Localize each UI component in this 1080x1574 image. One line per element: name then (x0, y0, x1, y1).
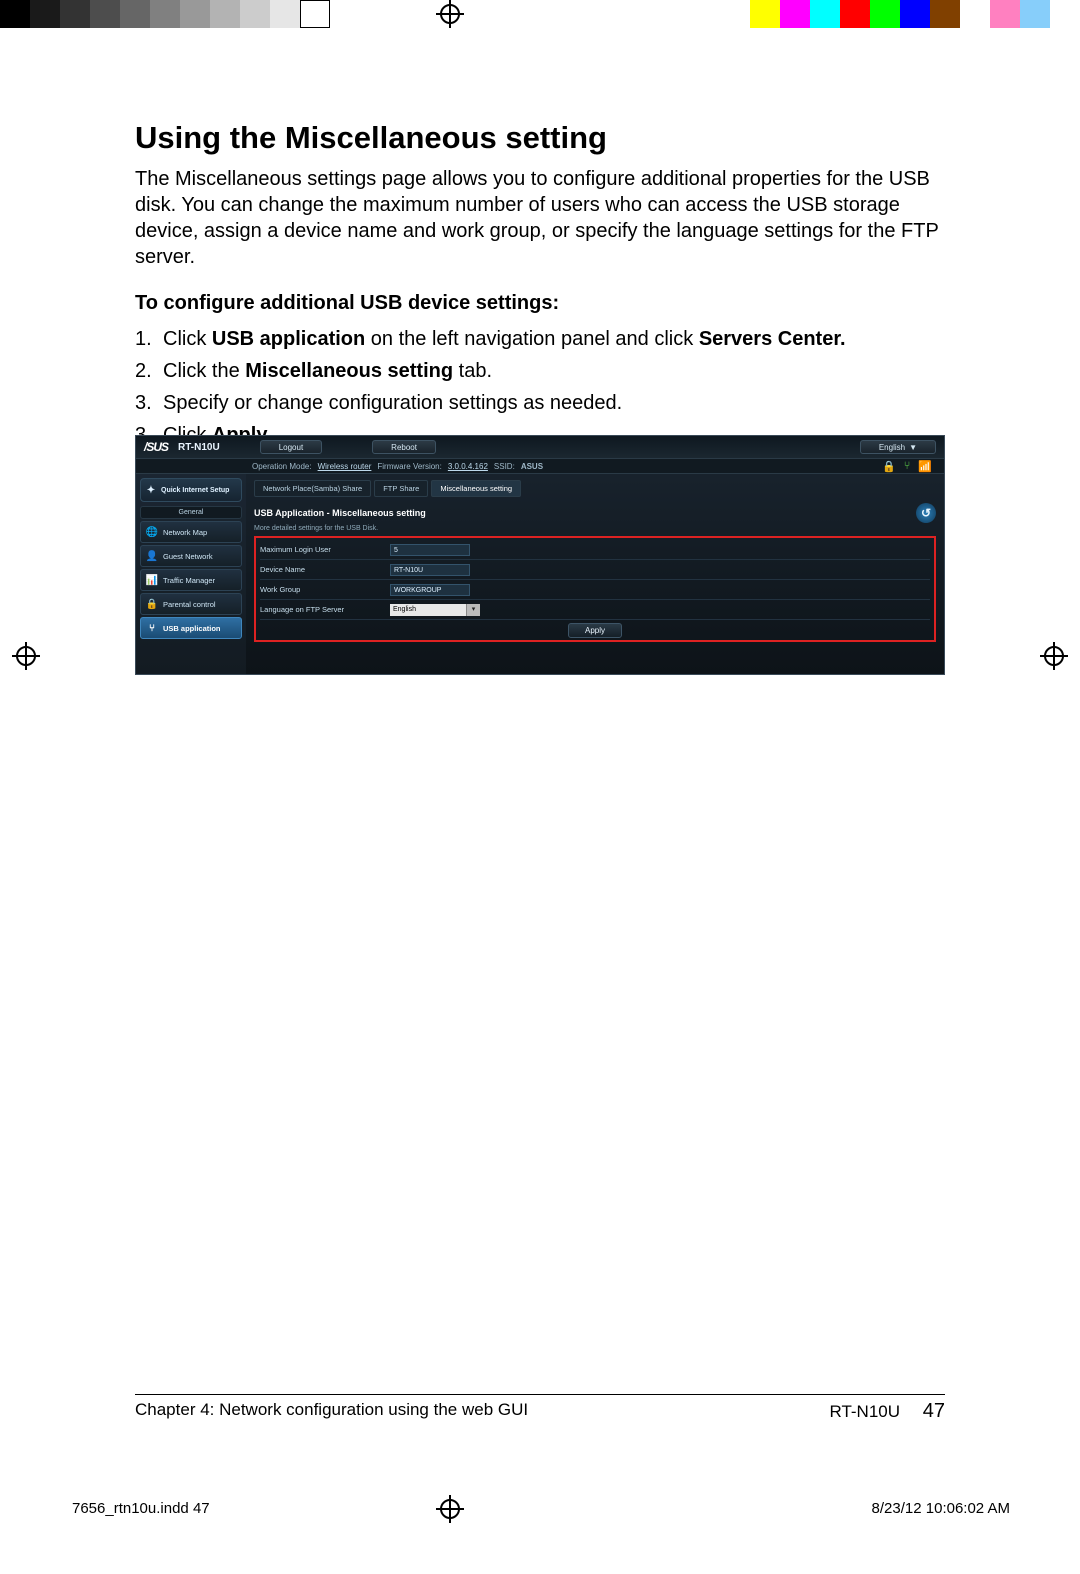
swatch (810, 0, 840, 28)
swatch (1020, 0, 1050, 28)
steps-list: 1.Click USB application on the left navi… (135, 325, 945, 449)
swatch (720, 0, 750, 28)
swatch (930, 0, 960, 28)
slug-filename: 7656_rtn10u.indd 47 (72, 1500, 210, 1517)
sidebar-item-usb-application[interactable]: ⑂USB application (140, 617, 242, 639)
lock-icon: 🔒 (146, 598, 158, 610)
wand-icon: ✦ (145, 484, 157, 496)
registration-mark-icon (12, 642, 40, 670)
tab-ftp-share[interactable]: FTP Share (374, 480, 428, 497)
slug-timestamp: 8/23/12 10:06:02 AM (872, 1500, 1010, 1517)
device-name-input[interactable]: RT-N10U (390, 564, 470, 576)
workgroup-label: Work Group (260, 585, 390, 594)
ssid-value: ASUS (521, 462, 543, 471)
intro-paragraph: The Miscellaneous settings page allows y… (135, 166, 945, 270)
panel-subtitle: More detailed settings for the USB Disk. (254, 525, 936, 532)
reboot-button[interactable]: Reboot (372, 440, 436, 454)
registration-mark-icon (1040, 642, 1068, 670)
lock-icon[interactable]: 🔒 (882, 460, 896, 473)
tabs: Network Place(Samba) Share FTP Share Mis… (254, 480, 936, 497)
swatch (90, 0, 120, 28)
swatch (900, 0, 930, 28)
swatch (990, 0, 1020, 28)
apply-button[interactable]: Apply (568, 623, 622, 638)
row-workgroup: Work Group WORKGROUP (260, 580, 930, 600)
swatch (840, 0, 870, 28)
language-selector[interactable]: English▼ (860, 440, 936, 454)
tab-misc-setting[interactable]: Miscellaneous setting (431, 480, 521, 497)
page-number: 47 (923, 1400, 945, 1422)
opmode-label: Operation Mode: (252, 462, 312, 471)
usb-icon[interactable]: ⑂ (904, 460, 911, 473)
workgroup-input[interactable]: WORKGROUP (390, 584, 470, 596)
asus-logo: /SUS (144, 440, 168, 454)
globe-icon: 🌐 (146, 526, 158, 538)
chevron-down-icon: ▼ (909, 443, 917, 452)
print-slug: 7656_rtn10u.indd 47 8/23/12 10:06:02 AM (72, 1500, 1010, 1517)
ftp-lang-select[interactable]: English ▾ (390, 604, 480, 616)
model-label: RT-N10U (178, 442, 220, 453)
footer-model: RT-N10U (829, 1402, 900, 1421)
tab-samba-share[interactable]: Network Place(Samba) Share (254, 480, 371, 497)
step-3: 3.Specify or change configuration settin… (163, 389, 945, 417)
swatch (300, 0, 330, 28)
printer-colorbar-top (0, 0, 1080, 28)
router-main: Network Place(Samba) Share FTP Share Mis… (246, 474, 944, 674)
max-login-label: Maximum Login User (260, 545, 390, 554)
sidebar-item-parental-control[interactable]: 🔒Parental control (140, 593, 242, 615)
max-login-input[interactable]: 5 (390, 544, 470, 556)
page-footer: Chapter 4: Network configuration using t… (135, 1400, 945, 1423)
swatch (960, 0, 990, 28)
swatch (150, 0, 180, 28)
swatch (270, 0, 300, 28)
swatch (0, 0, 30, 28)
swatch (120, 0, 150, 28)
usb-icon: ⑂ (146, 622, 158, 634)
fw-label: Firmware Version: (377, 462, 441, 471)
sidebar-item-network-map[interactable]: 🌐Network Map (140, 521, 242, 543)
sidebar-item-traffic-manager[interactable]: 📊Traffic Manager (140, 569, 242, 591)
page-heading: Using the Miscellaneous setting (135, 120, 945, 156)
registration-mark-icon (436, 0, 464, 28)
router-statusbar: Operation Mode: Wireless router Firmware… (136, 458, 944, 474)
swatch (240, 0, 270, 28)
swatch (750, 0, 780, 28)
logout-button[interactable]: Logout (260, 440, 322, 454)
section-label-general: General (140, 506, 242, 519)
refresh-icon[interactable]: ↺ (916, 503, 936, 523)
subheading: To configure additional USB device setti… (135, 292, 945, 315)
sidebar-item-guest-network[interactable]: 👤Guest Network (140, 545, 242, 567)
fw-value[interactable]: 3.0.0.4.162 (448, 462, 488, 471)
row-ftp-lang: Language on FTP Server English ▾ (260, 600, 930, 620)
chevron-down-icon: ▾ (466, 604, 480, 616)
footer-rule (135, 1394, 945, 1395)
ssid-label: SSID: (494, 462, 515, 471)
chart-icon: 📊 (146, 574, 158, 586)
wifi-icon[interactable]: 📶 (918, 460, 932, 473)
step-1: 1.Click USB application on the left navi… (163, 325, 945, 353)
router-topbar: /SUS RT-N10U Logout Reboot English▼ (136, 436, 944, 458)
chapter-label: Chapter 4: Network configuration using t… (135, 1400, 528, 1423)
swatch (60, 0, 90, 28)
quick-internet-setup-button[interactable]: ✦ Quick Internet Setup (140, 478, 242, 502)
router-screenshot: /SUS RT-N10U Logout Reboot English▼ Oper… (135, 435, 945, 675)
swatch (870, 0, 900, 28)
settings-form-highlight: Maximum Login User 5 Device Name RT-N10U… (254, 536, 936, 642)
swatch (30, 0, 60, 28)
row-max-login: Maximum Login User 5 (260, 540, 930, 560)
ftp-lang-label: Language on FTP Server (260, 605, 390, 614)
device-name-label: Device Name (260, 565, 390, 574)
router-sidebar: ✦ Quick Internet Setup General 🌐Network … (136, 474, 246, 674)
panel-title: USB Application - Miscellaneous setting … (254, 503, 936, 523)
person-icon: 👤 (146, 550, 158, 562)
row-device-name: Device Name RT-N10U (260, 560, 930, 580)
swatch (180, 0, 210, 28)
opmode-value[interactable]: Wireless router (318, 462, 372, 471)
swatch (780, 0, 810, 28)
swatch (210, 0, 240, 28)
step-2: 2.Click the Miscellaneous setting tab. (163, 357, 945, 385)
swatch (1050, 0, 1080, 28)
page-content: Using the Miscellaneous setting The Misc… (135, 120, 945, 453)
